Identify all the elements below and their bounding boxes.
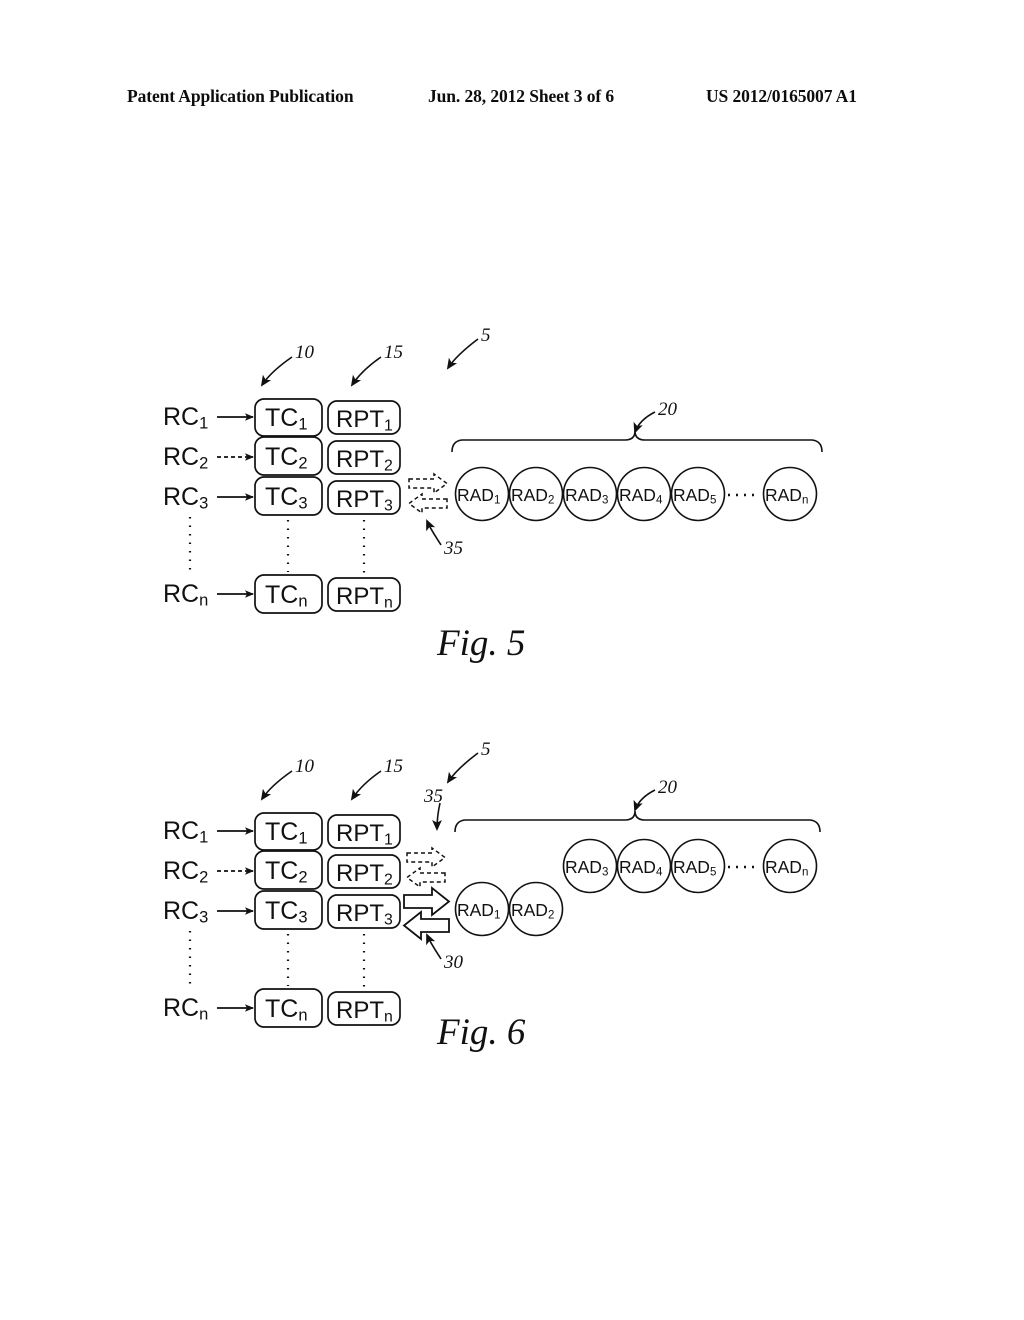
rc-label-n: RCn	[163, 580, 209, 610]
figure-5-drawing	[188, 338, 823, 614]
rad-circle-label-2: RAD2	[511, 485, 555, 507]
rpt-box-label-2: RPT2	[336, 446, 393, 475]
ref-numeral-15: 15	[384, 342, 403, 363]
rc-label-3: RC3	[163, 483, 209, 513]
ref-numeral-10: 10	[295, 342, 314, 363]
rad-circle-label-5: RAD5	[673, 485, 717, 507]
rpt-box-label-1: RPT1	[336, 820, 393, 849]
rad-circle-label-4: RAD4	[619, 857, 663, 879]
rpt-box-label-n: RPTn	[336, 583, 393, 612]
rc-label-3: RC3	[163, 897, 209, 927]
rc-label-2: RC2	[163, 857, 209, 887]
rad-circle-label-n: RADn	[765, 857, 809, 879]
publication-date-sheet: Jun. 28, 2012 Sheet 3 of 6	[428, 86, 615, 106]
rpt-box-label-3: RPT3	[336, 486, 393, 515]
tc-box-label-2: TC2	[265, 443, 308, 473]
ref-numeral-20: 20	[658, 399, 677, 420]
ref-numeral-5: 5	[481, 325, 491, 346]
figure-6: RC1 RC2 RC3 RCn TC1 TC2 TC3 TCn RPT1 RPT…	[0, 0, 1024, 1320]
tc-box-label-3: TC3	[265, 483, 308, 513]
ref-numeral-30: 30	[444, 952, 463, 973]
rpt-box-label-2: RPT2	[336, 860, 393, 889]
tc-box-label-3: TC3	[265, 897, 308, 927]
publication-header: Patent Application Publication Jun. 28, …	[0, 86, 1024, 112]
ref-numeral-15: 15	[384, 756, 403, 777]
rpt-box-label-n: RPTn	[336, 997, 393, 1026]
publication-type: Patent Application Publication	[127, 86, 354, 106]
publication-number: US 2012/0165007 A1	[706, 86, 857, 106]
ref-numeral-35: 35	[444, 538, 463, 559]
rad-circle-label-3: RAD3	[565, 857, 609, 879]
figure-6-drawing	[188, 752, 821, 1028]
rpt-box-label-3: RPT3	[336, 900, 393, 929]
figure-5-caption: Fig. 5	[437, 623, 526, 664]
rad-circle-label-1: RAD1	[457, 485, 501, 507]
rc-label-1: RC1	[163, 403, 209, 433]
rad-circle-label-n: RADn	[765, 485, 809, 507]
ref-numeral-10: 10	[295, 756, 314, 777]
tc-box-label-1: TC1	[265, 818, 308, 848]
rc-label-1: RC1	[163, 817, 209, 847]
figure-6-caption: Fig. 6	[437, 1012, 526, 1053]
ref-numeral-20: 20	[658, 777, 677, 798]
rad-circle-label-4: RAD4	[619, 485, 663, 507]
rad-circle-label-3: RAD3	[565, 485, 609, 507]
figure-5: RC1 RC2 RC3 RCn TC1 TC2 TC3 TCn RPT1 RPT…	[0, 0, 1024, 1320]
rad-circle-label-5: RAD5	[673, 857, 717, 879]
ref-numeral-5: 5	[481, 739, 491, 760]
rad-circle-label-2: RAD2	[511, 900, 555, 922]
rc-label-n: RCn	[163, 994, 209, 1024]
tc-box-label-n: TCn	[265, 581, 308, 611]
rc-label-2: RC2	[163, 443, 209, 473]
ref-numeral-35: 35	[424, 786, 443, 807]
rad-circle-label-1: RAD1	[457, 900, 501, 922]
tc-box-label-n: TCn	[265, 995, 308, 1025]
tc-box-label-2: TC2	[265, 857, 308, 887]
tc-box-label-1: TC1	[265, 404, 308, 434]
rpt-box-label-1: RPT1	[336, 406, 393, 435]
